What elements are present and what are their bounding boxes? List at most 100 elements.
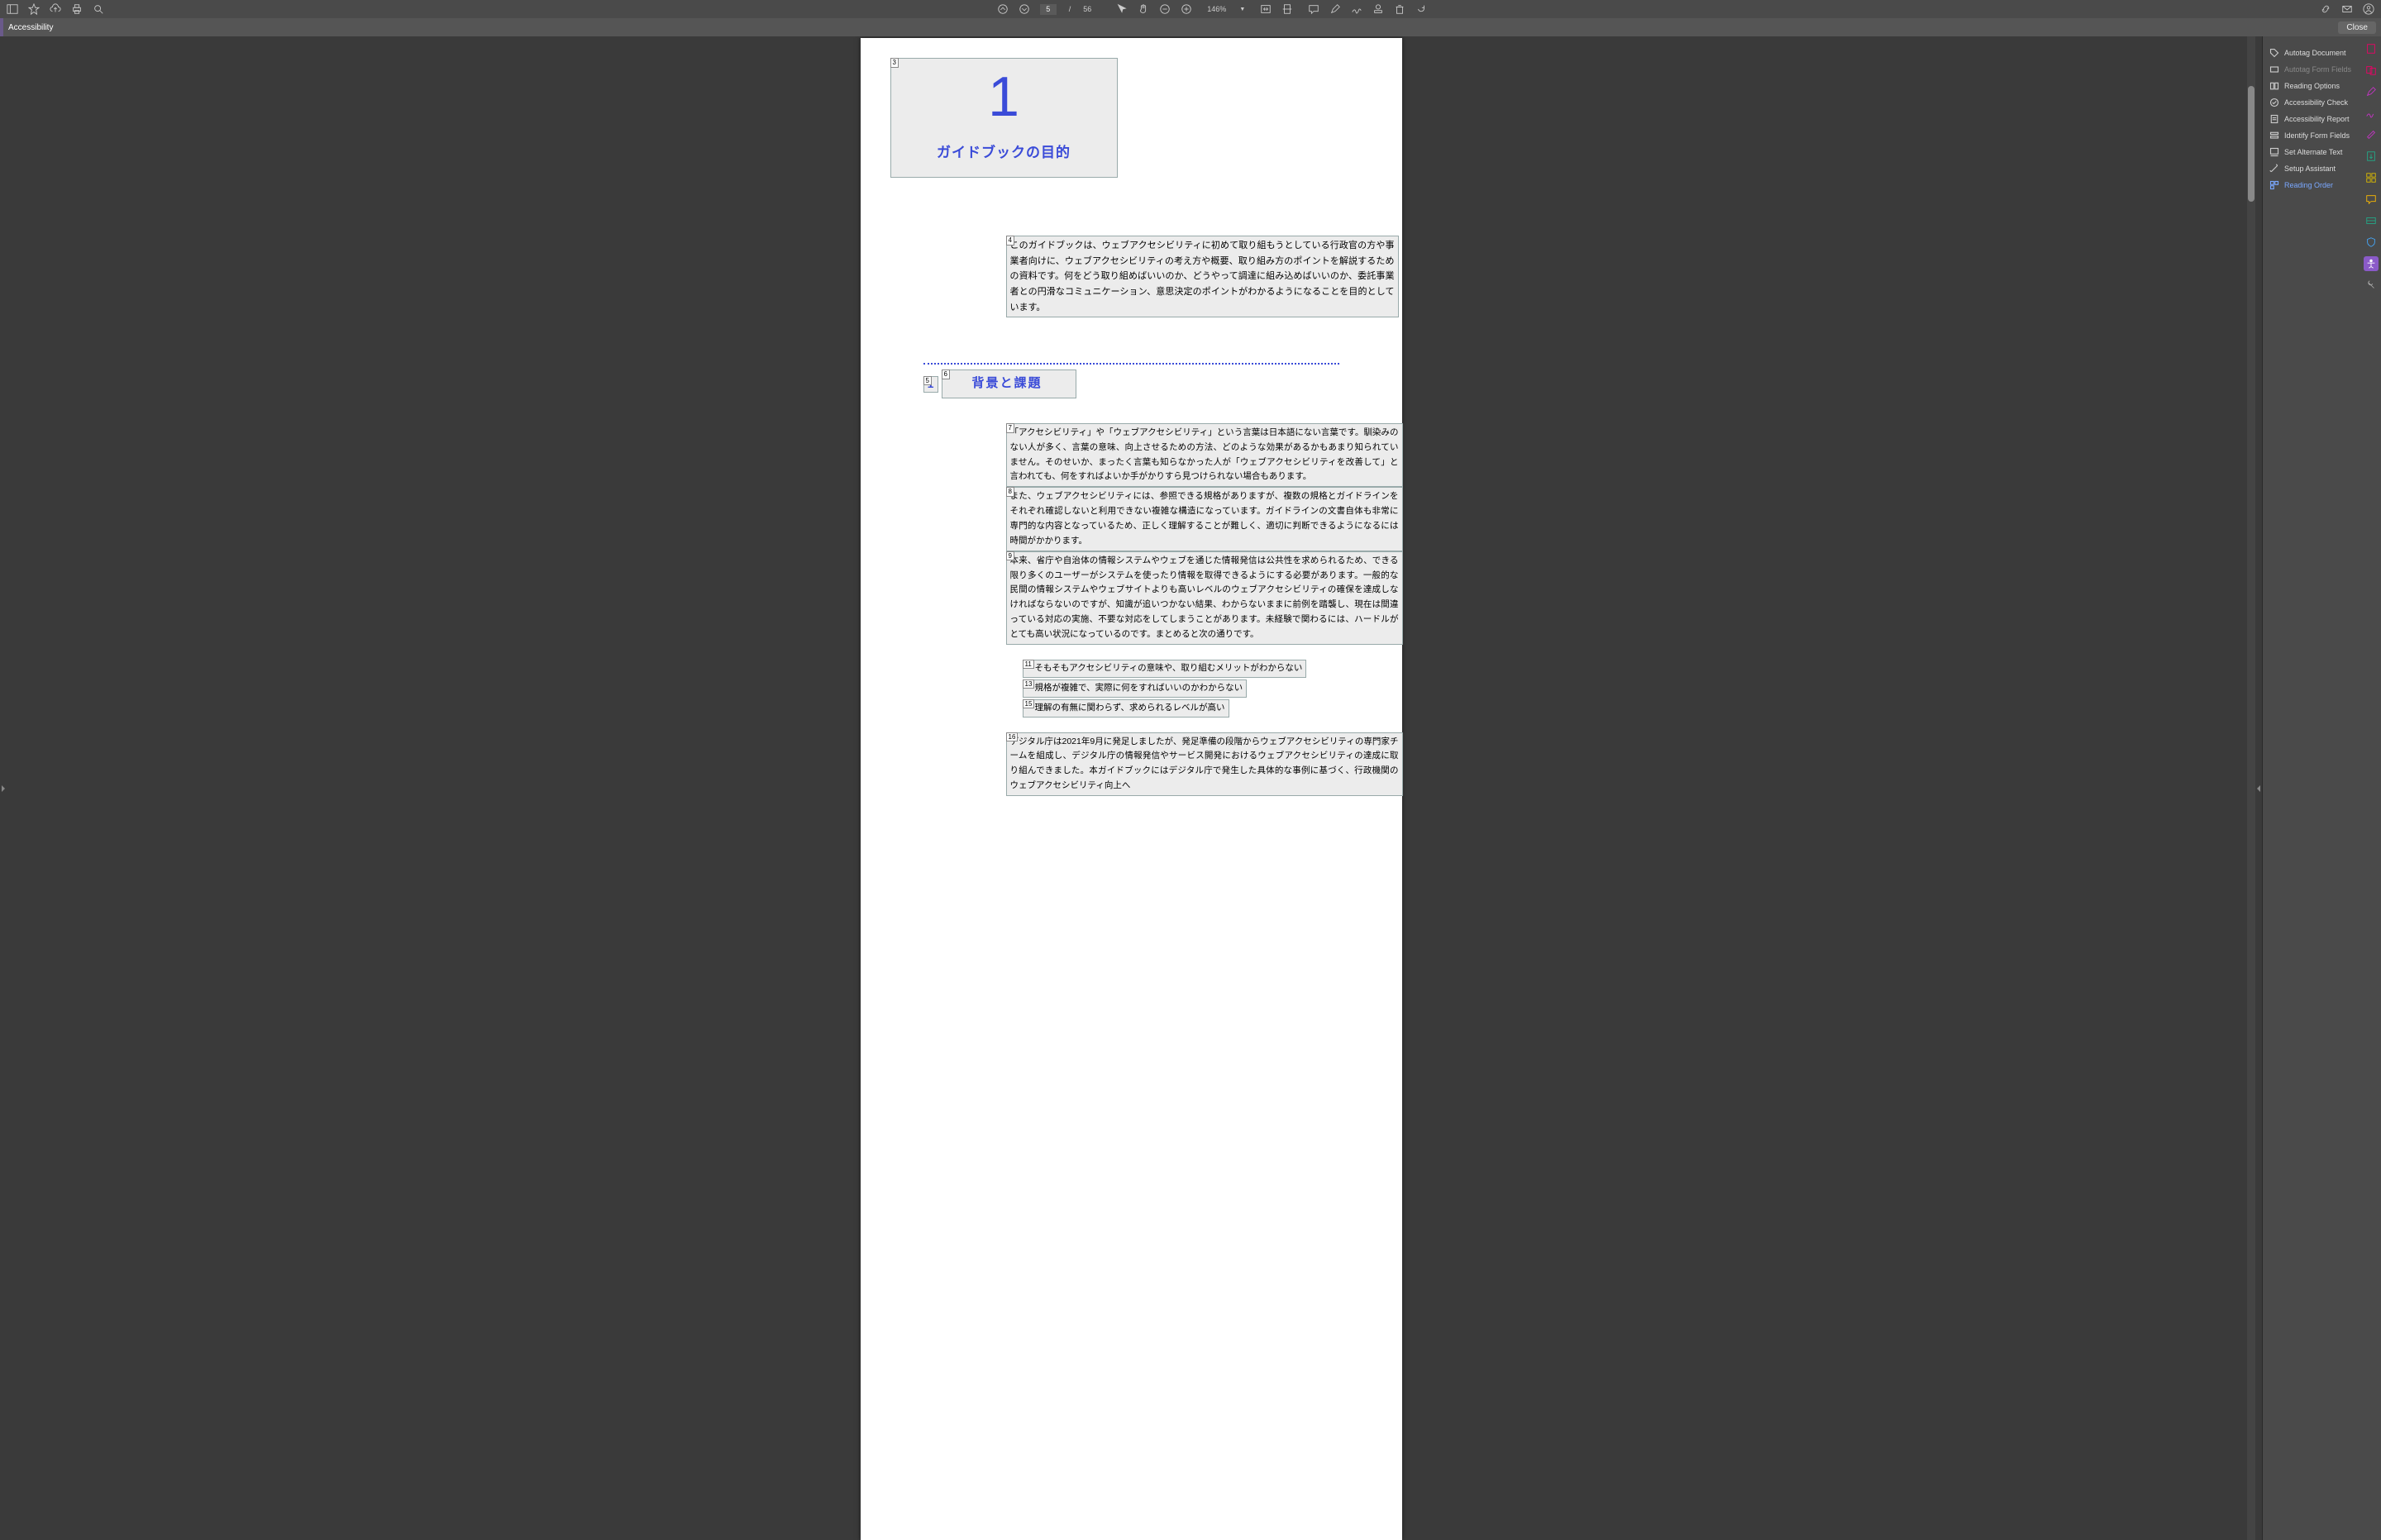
search-icon[interactable] <box>93 3 104 15</box>
panel-label: Autotag Form Fields <box>2284 65 2351 74</box>
zoom-out-icon[interactable] <box>1159 3 1171 15</box>
reading-order-tag: 5 <box>923 376 932 386</box>
closing-text: デジタル庁は2021年9月に発足しましたが、発足準備の段階からウェブアクセシビリ… <box>1007 733 1402 795</box>
panel-autotag-document[interactable]: Autotag Document <box>2263 45 2361 61</box>
reading-order-tag: 8 <box>1006 487 1014 497</box>
rail-protect-icon[interactable] <box>2364 235 2379 250</box>
subsection-title: 背景と課題 <box>972 376 1043 390</box>
right-gutter[interactable] <box>2255 36 2262 1540</box>
rail-fill-sign-icon[interactable] <box>2364 127 2379 142</box>
left-gutter[interactable] <box>0 36 7 1540</box>
panel-identify-form-fields[interactable]: Identify Form Fields <box>2263 127 2361 144</box>
zoom-value: 146% <box>1207 5 1226 13</box>
panel-label: Set Alternate Text <box>2284 148 2342 156</box>
accessibility-bar: Accessibility Close <box>0 18 2381 36</box>
vertical-scrollbar[interactable] <box>2247 36 2255 1540</box>
tag-icon <box>2269 48 2279 58</box>
panel-set-alternate-text[interactable]: Set Alternate Text <box>2263 144 2361 160</box>
account-icon[interactable] <box>2363 3 2374 15</box>
share-link-icon[interactable] <box>2320 3 2331 15</box>
bullet-region[interactable]: 15 理解の有無に関わらず、求められるレベルが高い <box>1023 699 1229 718</box>
hand-icon[interactable] <box>1138 3 1149 15</box>
main-area: 3 1 ガイドブックの目的 4 このガイドブックは、ウェブアクセシビリティに初め… <box>0 36 2381 1540</box>
accessibility-panel: Autotag Document Autotag Form Fields Rea… <box>2262 36 2361 1540</box>
paragraph-text: 「アクセシビリティ」や「ウェブアクセシビリティ」という言葉は日本語にない言葉です… <box>1007 424 1402 486</box>
bullet-text: 理解の有無に関わらず、求められるレベルが高い <box>1035 703 1225 713</box>
panel-accessibility-report[interactable]: Accessibility Report <box>2263 111 2361 127</box>
rail-create-pdf-icon[interactable] <box>2364 41 2379 56</box>
rail-accessibility-icon[interactable] <box>2364 256 2379 271</box>
zoom-in-icon[interactable] <box>1181 3 1192 15</box>
bullet-region[interactable]: 11 そもそもアクセシビリティの意味や、取り組むメリットがわからない <box>1023 660 1307 678</box>
rail-comment-icon[interactable] <box>2364 192 2379 207</box>
chapter-title: ガイドブックの目的 <box>937 140 1071 166</box>
rail-scan-icon[interactable] <box>2364 213 2379 228</box>
star-icon[interactable] <box>28 3 40 15</box>
reading-order-tag: 4 <box>1006 236 1014 246</box>
panel-label: Reading Options <box>2284 82 2340 90</box>
panel-label: Identify Form Fields <box>2284 131 2350 140</box>
form-tag-icon <box>2269 64 2279 74</box>
form-icon <box>2269 131 2279 141</box>
print-icon[interactable] <box>71 3 83 15</box>
dotted-divider <box>923 363 1339 365</box>
fit-width-icon[interactable] <box>1260 3 1272 15</box>
panel-label: Reading Order <box>2284 181 2333 189</box>
bullet-region[interactable]: 13 規格が複雑で、実際に何をすればいいのかわからない <box>1023 679 1248 698</box>
subsection-heading: 5 1 6 背景と課題 <box>923 370 1372 398</box>
panel-setup-assistant[interactable]: Setup Assistant <box>2263 160 2361 177</box>
reading-order-tag: 15 <box>1023 699 1035 709</box>
expand-left-icon <box>2 785 5 792</box>
sidebar-toggle-icon[interactable] <box>7 3 18 15</box>
panel-reading-order[interactable]: Reading Order <box>2263 177 2361 193</box>
page-number-input[interactable] <box>1040 4 1057 15</box>
rail-organize-icon[interactable] <box>2364 170 2379 185</box>
rail-combine-icon[interactable] <box>2364 63 2379 78</box>
panel-accessibility-check[interactable]: Accessibility Check <box>2263 94 2361 111</box>
zoom-dropdown-icon[interactable]: ▼ <box>1239 7 1245 12</box>
panel-autotag-form-fields: Autotag Form Fields <box>2263 61 2361 78</box>
trash-icon[interactable] <box>1394 3 1405 15</box>
comment-icon[interactable] <box>1308 3 1319 15</box>
chapter-heading-region[interactable]: 3 1 ガイドブックの目的 <box>890 58 1118 178</box>
paragraph-region[interactable]: 8 また、ウェブアクセシビリティには、参照できる規格がありますが、複数の規格とガ… <box>1006 487 1403 551</box>
cloud-upload-icon[interactable] <box>50 3 61 15</box>
mail-icon[interactable] <box>2341 3 2353 15</box>
bullet-text: そもそもアクセシビリティの意味や、取り組むメリットがわからない <box>1035 663 1303 673</box>
paragraph-text: また、ウェブアクセシビリティには、参照できる規格がありますが、複数の規格とガイド… <box>1007 488 1402 550</box>
highlight-icon[interactable] <box>1329 3 1341 15</box>
report-icon <box>2269 114 2279 124</box>
order-icon <box>2269 180 2279 190</box>
pointer-icon[interactable] <box>1116 3 1128 15</box>
paragraph-region[interactable]: 9 本来、省庁や自治体の情報システムやウェブを通じた情報発信は公共性を求められる… <box>1006 551 1403 645</box>
bullet-list: 11 そもそもアクセシビリティの意味や、取り組むメリットがわからない 13 規格… <box>1023 660 1372 718</box>
page-down-icon[interactable] <box>1019 3 1030 15</box>
page-total: 56 <box>1083 5 1091 13</box>
panel-reading-options[interactable]: Reading Options <box>2263 78 2361 94</box>
subsection-number-region[interactable]: 5 1 <box>923 376 938 393</box>
rotate-icon[interactable] <box>1415 3 1427 15</box>
expand-right-icon <box>2257 785 2260 792</box>
stamp-icon[interactable] <box>1372 3 1384 15</box>
document-viewport[interactable]: 3 1 ガイドブックの目的 4 このガイドブックは、ウェブアクセシビリティに初め… <box>7 36 2255 1540</box>
book-icon <box>2269 81 2279 91</box>
fit-page-icon[interactable] <box>1281 3 1293 15</box>
panel-label: Accessibility Check <box>2284 98 2348 107</box>
rail-request-sign-icon[interactable] <box>2364 106 2379 121</box>
page-up-icon[interactable] <box>997 3 1009 15</box>
sign-icon[interactable] <box>1351 3 1362 15</box>
subsection-title-region[interactable]: 6 背景と課題 <box>942 370 1076 398</box>
rail-more-tools-icon[interactable] <box>2364 278 2379 293</box>
panel-label: Accessibility Report <box>2284 115 2350 123</box>
paragraph-region[interactable]: 7 「アクセシビリティ」や「ウェブアクセシビリティ」という言葉は日本語にない言葉… <box>1006 423 1403 487</box>
close-button[interactable]: Close <box>2338 21 2376 34</box>
scroll-thumb[interactable] <box>2248 86 2255 202</box>
accessibility-title: Accessibility <box>8 23 53 32</box>
rail-edit-icon[interactable] <box>2364 84 2379 99</box>
intro-paragraph-region[interactable]: 4 このガイドブックは、ウェブアクセシビリティに初めて取り組もうとしている行政官… <box>1006 236 1399 317</box>
rail-export-icon[interactable] <box>2364 149 2379 164</box>
wand-icon <box>2269 164 2279 174</box>
closing-paragraph-region[interactable]: 16 デジタル庁は2021年9月に発足しましたが、発足準備の段階からウェブアクセ… <box>1006 732 1403 796</box>
reading-order-tag: 3 <box>890 58 899 68</box>
panel-label: Setup Assistant <box>2284 164 2336 173</box>
